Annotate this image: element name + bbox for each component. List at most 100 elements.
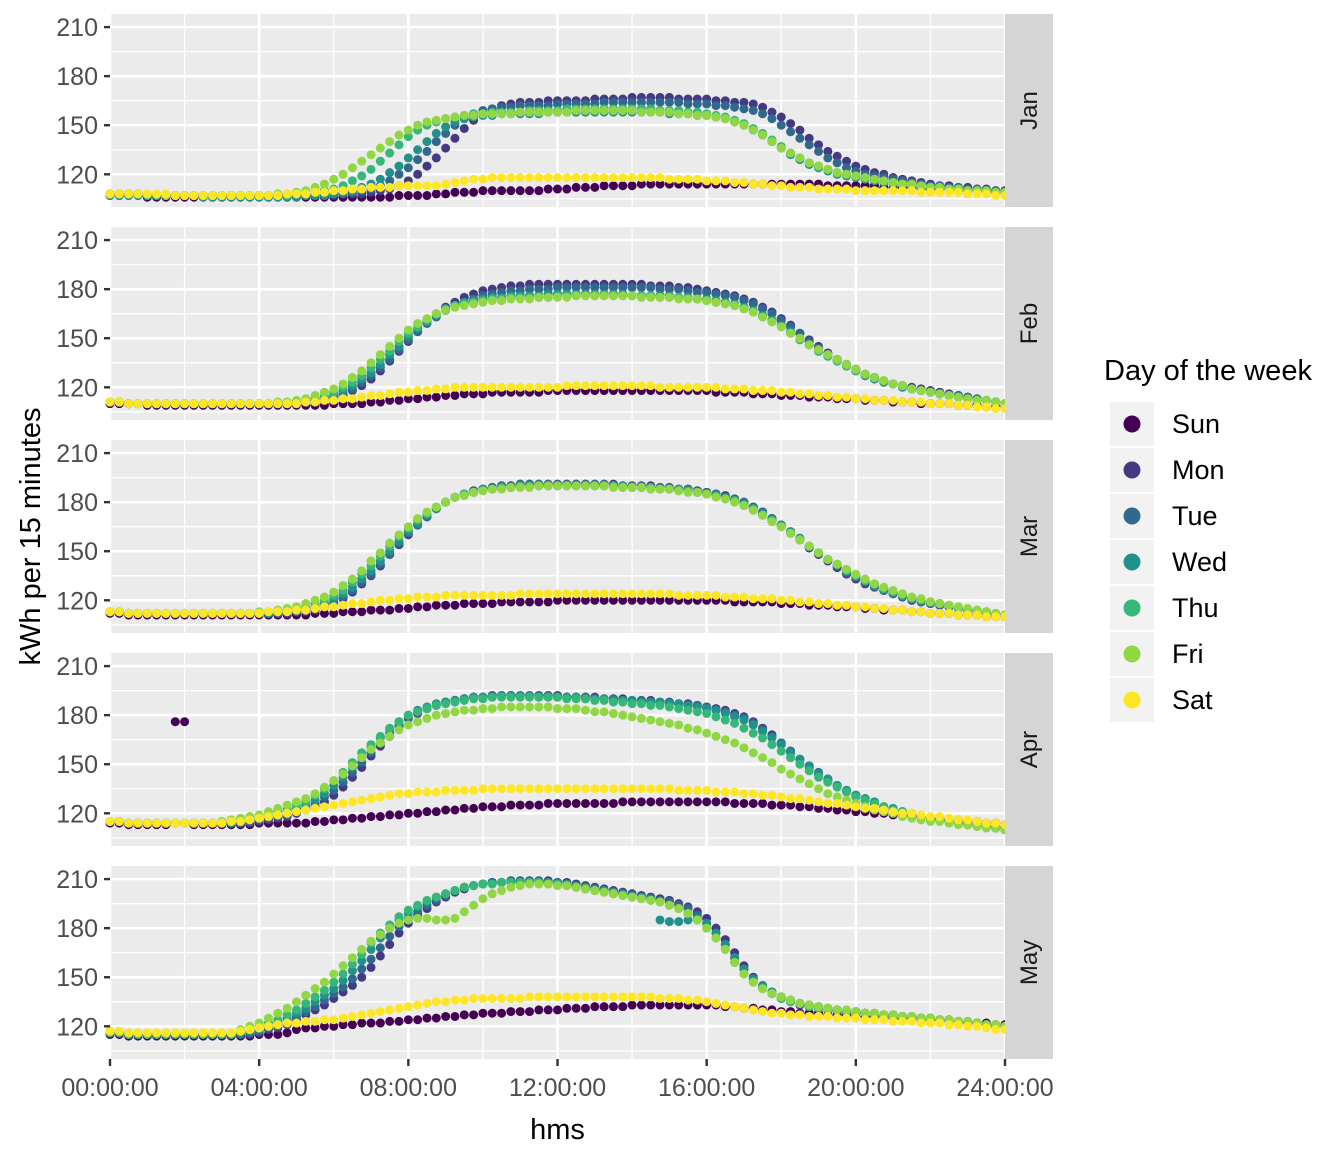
data-point xyxy=(869,186,879,196)
data-point xyxy=(702,382,712,392)
data-point xyxy=(739,715,749,725)
data-point xyxy=(375,1007,385,1017)
data-point xyxy=(338,186,348,196)
legend-item-mon[interactable]: Mon xyxy=(1110,448,1225,492)
data-point xyxy=(403,181,413,191)
data-point xyxy=(823,789,833,799)
data-point xyxy=(944,600,954,610)
legend-item-thu[interactable]: Thu xyxy=(1110,586,1219,630)
data-point xyxy=(646,283,656,293)
legend-item-wed[interactable]: Wed xyxy=(1110,540,1227,584)
data-point xyxy=(655,382,665,392)
data-point xyxy=(263,1021,273,1031)
data-point xyxy=(217,1028,227,1038)
data-point xyxy=(897,1016,907,1026)
data-point xyxy=(636,173,646,183)
legend-item-fri[interactable]: Fri xyxy=(1110,632,1203,676)
data-point xyxy=(497,993,507,1003)
data-point xyxy=(515,107,525,117)
data-point xyxy=(590,173,600,183)
data-point xyxy=(720,797,730,807)
data-point xyxy=(459,705,469,715)
data-point xyxy=(534,879,544,889)
data-point xyxy=(571,784,581,794)
legend-item-tue[interactable]: Tue xyxy=(1110,494,1218,538)
data-point xyxy=(571,589,581,599)
data-point xyxy=(441,143,451,153)
data-point xyxy=(273,191,283,201)
data-point xyxy=(338,798,348,808)
chart-canvas: 120 150 180 210 Jan 120 150 180 210 Feb 120 150 180 2… xyxy=(15,14,1312,1146)
data-point xyxy=(562,173,572,183)
data-point xyxy=(394,594,404,604)
data-point xyxy=(161,608,171,618)
data-point xyxy=(338,969,348,979)
data-point xyxy=(497,877,507,887)
x-tick-label: 00:00:00 xyxy=(61,1074,158,1102)
data-point xyxy=(431,392,441,402)
data-point xyxy=(730,102,740,112)
facet-strip-label-jan: Jan xyxy=(1016,91,1043,130)
data-point xyxy=(925,399,935,409)
data-point xyxy=(114,397,124,407)
data-point xyxy=(347,813,357,823)
legend-item-sun[interactable]: Sun xyxy=(1110,402,1220,446)
data-point xyxy=(888,395,898,405)
data-point xyxy=(441,699,451,709)
data-point xyxy=(692,707,702,717)
legend-item-sat[interactable]: Sat xyxy=(1110,678,1213,722)
data-point xyxy=(422,913,432,923)
data-point xyxy=(506,1007,516,1017)
data-point xyxy=(487,296,497,306)
data-point xyxy=(804,795,814,805)
data-point xyxy=(450,785,460,795)
data-point xyxy=(636,292,646,302)
data-point xyxy=(385,137,395,147)
data-point xyxy=(152,818,162,828)
data-point xyxy=(935,1018,945,1028)
data-point xyxy=(347,394,357,404)
data-point xyxy=(795,133,805,143)
data-point xyxy=(888,1016,898,1026)
data-point xyxy=(916,810,926,820)
data-point xyxy=(170,399,180,409)
data-point xyxy=(814,161,824,171)
data-point xyxy=(646,700,656,710)
data-point xyxy=(692,915,702,925)
data-point xyxy=(459,695,469,705)
data-point xyxy=(590,707,600,717)
data-point xyxy=(319,187,329,197)
data-point xyxy=(310,1016,320,1026)
data-point xyxy=(319,977,329,987)
data-point xyxy=(823,184,833,194)
data-point xyxy=(730,738,740,748)
data-point xyxy=(441,497,451,507)
data-point xyxy=(357,171,367,181)
data-point xyxy=(655,897,665,907)
data-point xyxy=(553,992,562,1002)
data-point xyxy=(553,107,562,117)
data-point xyxy=(487,692,497,702)
data-point xyxy=(739,969,749,979)
data-point xyxy=(543,292,553,302)
data-point xyxy=(720,787,730,797)
data-point xyxy=(627,797,637,807)
data-point xyxy=(869,579,879,589)
data-point xyxy=(711,101,721,111)
data-point xyxy=(459,301,469,311)
data-point xyxy=(133,399,143,409)
data-point xyxy=(869,174,879,184)
data-point xyxy=(823,164,833,174)
data-point xyxy=(236,608,246,618)
data-point xyxy=(655,292,665,302)
facet-panel-jan xyxy=(105,14,1010,207)
data-point xyxy=(450,382,460,392)
data-point xyxy=(180,818,190,828)
data-point xyxy=(683,294,693,304)
data-point xyxy=(487,382,497,392)
data-point xyxy=(441,709,451,719)
data-point xyxy=(618,797,628,807)
data-point xyxy=(459,176,469,186)
data-point xyxy=(571,173,581,183)
data-point xyxy=(562,992,572,1002)
